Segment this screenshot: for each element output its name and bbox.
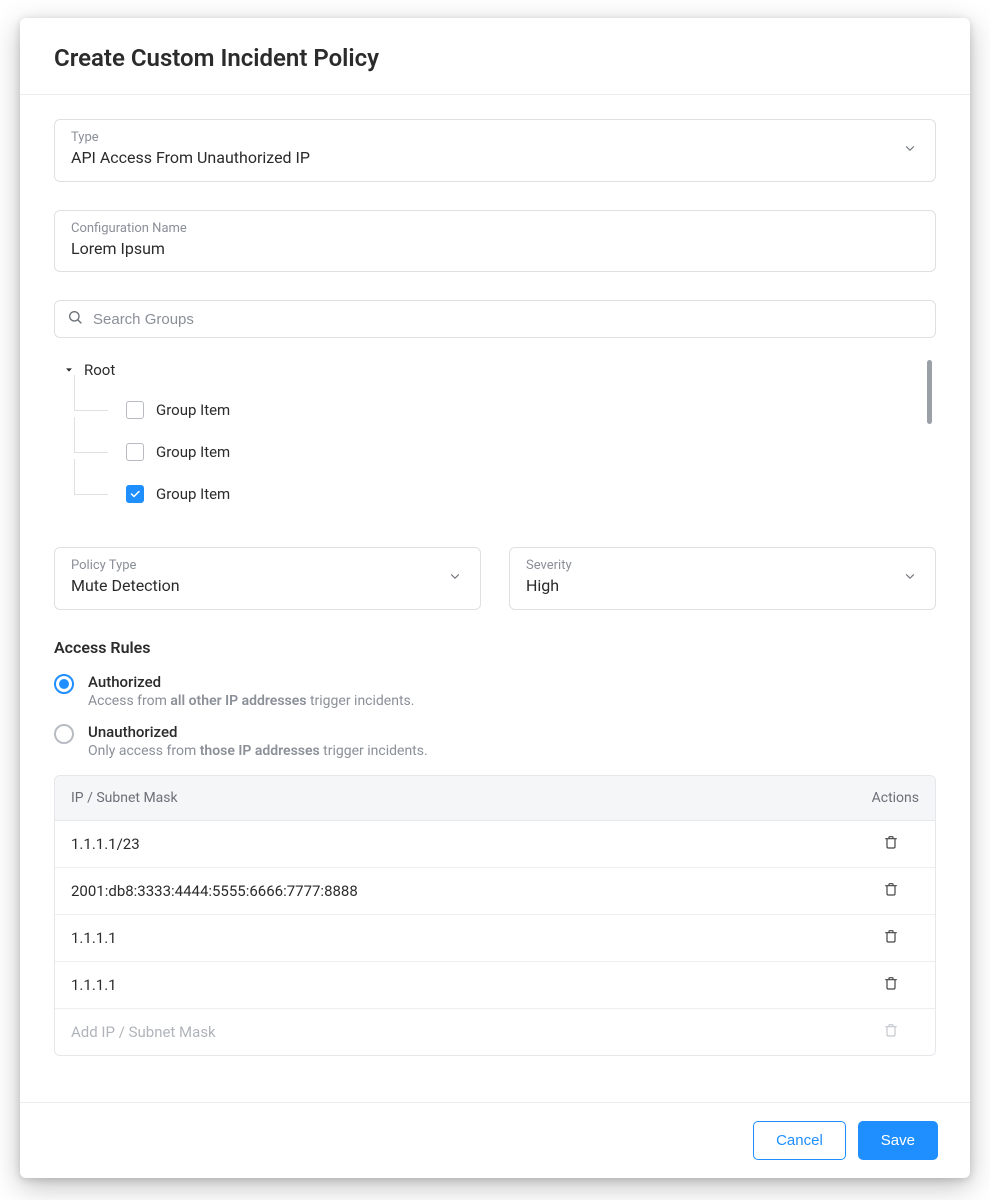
checkbox-checked[interactable] [126, 485, 144, 503]
radio-unselected-icon [54, 724, 74, 744]
tree-root[interactable]: Root [58, 356, 936, 389]
ip-cell[interactable]: 1.1.1.1 [71, 929, 839, 947]
modal-footer: Cancel Save [20, 1102, 970, 1178]
scrollbar-thumb[interactable] [927, 360, 932, 424]
access-rules-title: Access Rules [54, 638, 936, 657]
radio-label: Unauthorized [88, 723, 428, 741]
trash-icon[interactable] [883, 927, 899, 949]
radio-desc-bold: all other IP addresses [170, 693, 306, 709]
create-policy-modal: Create Custom Incident Policy Type API A… [20, 18, 970, 1178]
group-tree: Root Group Item Group Item [54, 350, 936, 535]
radio-authorized[interactable]: Authorized Access from all other IP addr… [54, 673, 936, 709]
tree-item-label: Group Item [156, 485, 230, 503]
tree-item-label: Group Item [156, 401, 230, 419]
type-value: API Access From Unauthorized IP [71, 147, 889, 169]
table-header: IP / Subnet Mask Actions [55, 776, 935, 821]
tree-item[interactable]: Group Item [74, 473, 936, 515]
trash-icon[interactable] [883, 833, 899, 855]
severity-select[interactable]: Severity High [509, 547, 936, 610]
tree-item[interactable]: Group Item [74, 431, 936, 473]
radio-desc-suffix: trigger incidents. [306, 693, 414, 709]
ip-table: IP / Subnet Mask Actions 1.1.1.1/23 2001… [54, 775, 936, 1056]
severity-value: High [526, 575, 889, 597]
ip-cell[interactable]: 2001:db8:3333:4444:5555:6666:7777:8888 [71, 882, 839, 900]
tree-branch-line [74, 441, 114, 463]
radio-desc: Access from all other IP addresses trigg… [88, 693, 414, 709]
severity-label: Severity [526, 558, 889, 573]
trash-icon[interactable] [883, 880, 899, 902]
add-ip-row[interactable]: Add IP / Subnet Mask [55, 1009, 935, 1055]
table-row: 1.1.1.1 [55, 915, 935, 962]
table-row: 1.1.1.1 [55, 962, 935, 1009]
search-groups-box[interactable] [54, 300, 936, 338]
tree-item[interactable]: Group Item [74, 389, 936, 431]
chevron-down-icon [448, 569, 462, 588]
checkbox[interactable] [126, 401, 144, 419]
cancel-button[interactable]: Cancel [753, 1121, 846, 1160]
radio-desc-prefix: Access from [88, 693, 170, 709]
chevron-down-icon [903, 569, 917, 588]
modal-header: Create Custom Incident Policy [20, 18, 970, 95]
tree-branch-line [74, 399, 114, 421]
modal-body: Type API Access From Unauthorized IP Con… [20, 95, 970, 1102]
checkbox[interactable] [126, 443, 144, 461]
policy-type-select[interactable]: Policy Type Mute Detection [54, 547, 481, 610]
radio-selected-icon [54, 674, 74, 694]
ip-cell[interactable]: 1.1.1.1/23 [71, 835, 839, 853]
trash-icon[interactable] [883, 974, 899, 996]
trash-icon-disabled [883, 1021, 899, 1043]
ip-cell[interactable]: 1.1.1.1 [71, 976, 839, 994]
radio-content: Authorized Access from all other IP addr… [88, 673, 414, 709]
tree-item-label: Group Item [156, 443, 230, 461]
config-name-label: Configuration Name [71, 221, 919, 236]
caret-down-icon [64, 360, 74, 379]
radio-desc-suffix: trigger incidents. [320, 743, 428, 759]
policy-type-label: Policy Type [71, 558, 434, 573]
radio-label: Authorized [88, 673, 414, 691]
radio-desc: Only access from those IP addresses trig… [88, 743, 428, 759]
tree-branch-line [74, 483, 114, 505]
save-button[interactable]: Save [858, 1121, 938, 1160]
radio-desc-bold: those IP addresses [200, 743, 320, 759]
config-name-value: Lorem Ipsum [71, 238, 919, 260]
add-ip-placeholder: Add IP / Subnet Mask [71, 1023, 839, 1041]
page-title: Create Custom Incident Policy [54, 44, 936, 72]
radio-content: Unauthorized Only access from those IP a… [88, 723, 428, 759]
col-header-ip: IP / Subnet Mask [71, 790, 839, 806]
table-row: 1.1.1.1/23 [55, 821, 935, 868]
policy-type-value: Mute Detection [71, 575, 434, 597]
radio-unauthorized[interactable]: Unauthorized Only access from those IP a… [54, 723, 936, 759]
policy-severity-row: Policy Type Mute Detection Severity High [54, 547, 936, 610]
search-icon [67, 309, 83, 329]
tree-children: Group Item Group Item Group Item [58, 389, 936, 515]
search-input[interactable] [93, 311, 923, 328]
tree-root-label: Root [84, 361, 115, 379]
table-row: 2001:db8:3333:4444:5555:6666:7777:8888 [55, 868, 935, 915]
config-name-field[interactable]: Configuration Name Lorem Ipsum [54, 210, 936, 273]
type-label: Type [71, 130, 889, 145]
col-header-actions: Actions [839, 790, 919, 806]
radio-desc-prefix: Only access from [88, 743, 200, 759]
chevron-down-icon [903, 141, 917, 160]
type-select[interactable]: Type API Access From Unauthorized IP [54, 119, 936, 182]
